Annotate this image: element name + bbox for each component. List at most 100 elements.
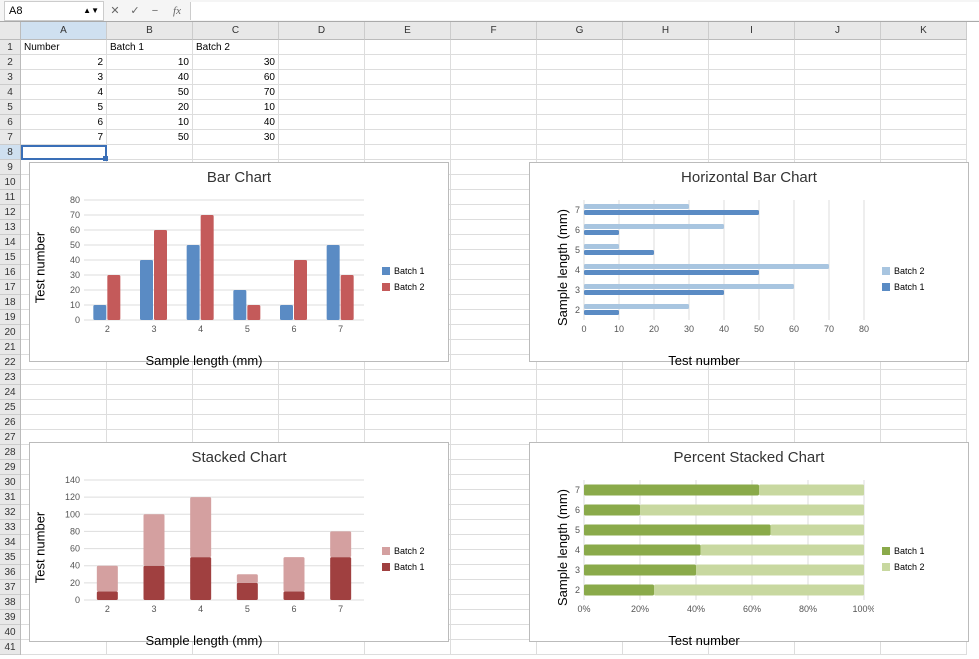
row-header-6[interactable]: 6 <box>0 115 20 130</box>
row-header-28[interactable]: 28 <box>0 445 20 460</box>
row-header-19[interactable]: 19 <box>0 310 20 325</box>
cell-H5[interactable] <box>623 100 709 115</box>
cell-G24[interactable] <box>537 385 623 400</box>
cell-F16[interactable] <box>451 265 537 280</box>
cell-G5[interactable] <box>537 100 623 115</box>
cell-B1[interactable]: Batch 1 <box>107 40 193 55</box>
cell-I24[interactable] <box>709 385 795 400</box>
cell-H6[interactable] <box>623 115 709 130</box>
row-header-26[interactable]: 26 <box>0 415 20 430</box>
cell-C23[interactable] <box>193 370 279 385</box>
cell-E26[interactable] <box>365 415 451 430</box>
cell-C6[interactable]: 40 <box>193 115 279 130</box>
cell-A26[interactable] <box>21 415 107 430</box>
cell-J23[interactable] <box>795 370 881 385</box>
cell-B25[interactable] <box>107 400 193 415</box>
cell-A24[interactable] <box>21 385 107 400</box>
cell-K8[interactable] <box>881 145 967 160</box>
cancel-icon[interactable]: ✕ <box>106 2 124 20</box>
cell-C25[interactable] <box>193 400 279 415</box>
row-header-35[interactable]: 35 <box>0 550 20 565</box>
cell-C1[interactable]: Batch 2 <box>193 40 279 55</box>
cell-I8[interactable] <box>709 145 795 160</box>
cell-F7[interactable] <box>451 130 537 145</box>
cell-F17[interactable] <box>451 280 537 295</box>
cell-C24[interactable] <box>193 385 279 400</box>
cell-I25[interactable] <box>709 400 795 415</box>
cell-K2[interactable] <box>881 55 967 70</box>
select-all-corner[interactable] <box>0 22 20 40</box>
cell-G26[interactable] <box>537 415 623 430</box>
cell-C2[interactable]: 30 <box>193 55 279 70</box>
cell-I7[interactable] <box>709 130 795 145</box>
col-header-B[interactable]: B <box>107 22 193 40</box>
cell-J3[interactable] <box>795 70 881 85</box>
cell-H7[interactable] <box>623 130 709 145</box>
cell-F30[interactable] <box>451 475 537 490</box>
cell-G2[interactable] <box>537 55 623 70</box>
col-header-F[interactable]: F <box>451 22 537 40</box>
cell-F41[interactable] <box>451 640 537 655</box>
cell-E8[interactable] <box>365 145 451 160</box>
cell-I5[interactable] <box>709 100 795 115</box>
cell-K25[interactable] <box>881 400 967 415</box>
row-header-39[interactable]: 39 <box>0 610 20 625</box>
cell-H8[interactable] <box>623 145 709 160</box>
cell-H1[interactable] <box>623 40 709 55</box>
row-header-31[interactable]: 31 <box>0 490 20 505</box>
row-header-17[interactable]: 17 <box>0 280 20 295</box>
cell-F4[interactable] <box>451 85 537 100</box>
cell-F13[interactable] <box>451 220 537 235</box>
row-header-25[interactable]: 25 <box>0 400 20 415</box>
cell-A3[interactable]: 3 <box>21 70 107 85</box>
cell-J6[interactable] <box>795 115 881 130</box>
cell-I3[interactable] <box>709 70 795 85</box>
cell-K4[interactable] <box>881 85 967 100</box>
col-header-K[interactable]: K <box>881 22 967 40</box>
cell-K3[interactable] <box>881 70 967 85</box>
cell-J5[interactable] <box>795 100 881 115</box>
cell-G6[interactable] <box>537 115 623 130</box>
row-header-2[interactable]: 2 <box>0 55 20 70</box>
row-header-41[interactable]: 41 <box>0 640 20 655</box>
row-header-18[interactable]: 18 <box>0 295 20 310</box>
col-header-E[interactable]: E <box>365 22 451 40</box>
cell-F33[interactable] <box>451 520 537 535</box>
cell-F39[interactable] <box>451 610 537 625</box>
cell-G23[interactable] <box>537 370 623 385</box>
row-header-10[interactable]: 10 <box>0 175 20 190</box>
row-header-16[interactable]: 16 <box>0 265 20 280</box>
cell-B24[interactable] <box>107 385 193 400</box>
col-header-A[interactable]: A <box>21 22 107 40</box>
row-header-22[interactable]: 22 <box>0 355 20 370</box>
cell-C8[interactable] <box>193 145 279 160</box>
row-header-13[interactable]: 13 <box>0 220 20 235</box>
cell-B8[interactable] <box>107 145 193 160</box>
cell-B26[interactable] <box>107 415 193 430</box>
cell-C7[interactable]: 30 <box>193 130 279 145</box>
col-header-G[interactable]: G <box>537 22 623 40</box>
cell-J4[interactable] <box>795 85 881 100</box>
row-header-37[interactable]: 37 <box>0 580 20 595</box>
cell-H24[interactable] <box>623 385 709 400</box>
col-header-J[interactable]: J <box>795 22 881 40</box>
cell-F22[interactable] <box>451 355 537 370</box>
cell-D6[interactable] <box>279 115 365 130</box>
cell-A5[interactable]: 5 <box>21 100 107 115</box>
cell-A2[interactable]: 2 <box>21 55 107 70</box>
cell-F21[interactable] <box>451 340 537 355</box>
cell-A25[interactable] <box>21 400 107 415</box>
cell-F2[interactable] <box>451 55 537 70</box>
cell-A23[interactable] <box>21 370 107 385</box>
row-header-27[interactable]: 27 <box>0 430 20 445</box>
col-header-D[interactable]: D <box>279 22 365 40</box>
cell-E4[interactable] <box>365 85 451 100</box>
cell-F18[interactable] <box>451 295 537 310</box>
row-header-38[interactable]: 38 <box>0 595 20 610</box>
cell-H4[interactable] <box>623 85 709 100</box>
cell-F12[interactable] <box>451 205 537 220</box>
cell-D26[interactable] <box>279 415 365 430</box>
name-box[interactable]: A8 ▲▼ <box>4 1 104 21</box>
row-header-40[interactable]: 40 <box>0 625 20 640</box>
cell-G3[interactable] <box>537 70 623 85</box>
